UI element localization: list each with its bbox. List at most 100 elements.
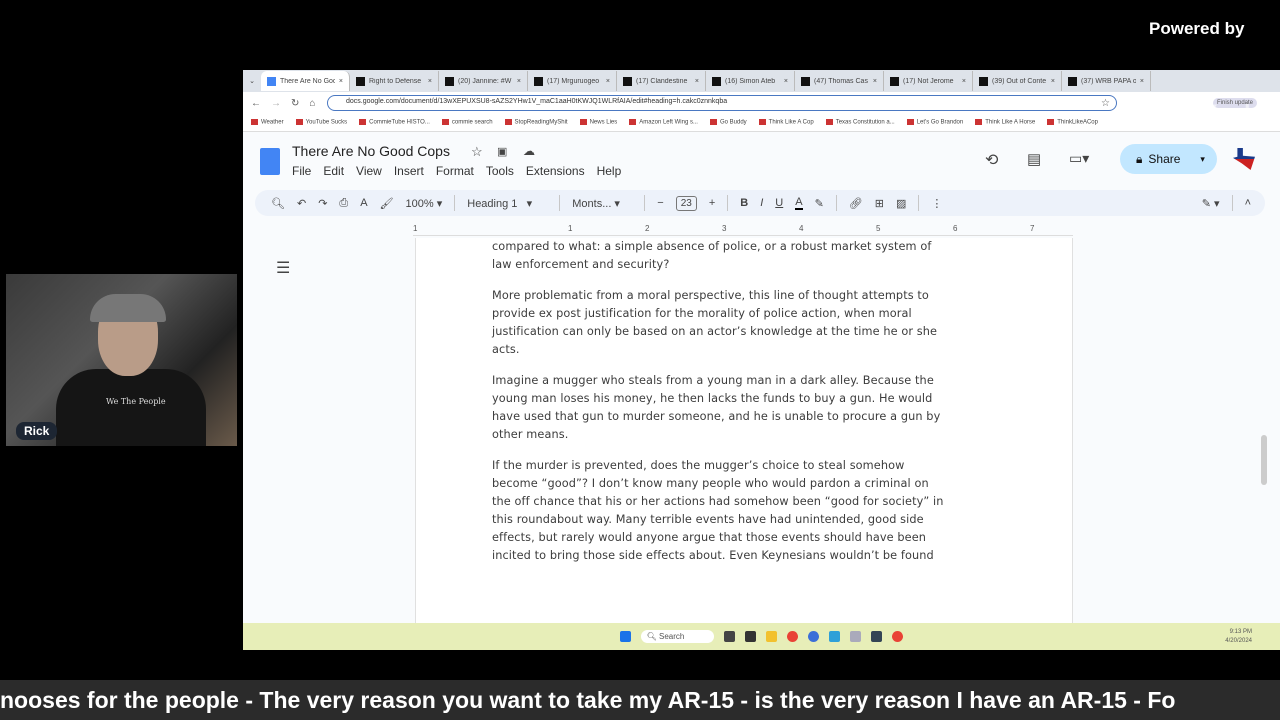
close-tab-icon[interactable]: × [517, 78, 521, 85]
url-input[interactable]: docs.google.com/document/d/13wXEPUXSU8-s… [327, 95, 1117, 111]
browser-tab[interactable]: (17) Not Jerome × [884, 71, 973, 91]
taskbar-app-icon[interactable] [724, 631, 736, 642]
move-folder-icon[interactable]: ▣ [497, 145, 507, 158]
close-tab-icon[interactable]: × [695, 78, 699, 85]
cloud-status-icon[interactable]: ☁ [523, 144, 535, 158]
bookmark-item[interactable]: Weather [251, 119, 284, 126]
star-icon[interactable]: ☆ [471, 144, 483, 160]
taskbar-app-icon[interactable] [808, 631, 820, 642]
version-history-icon[interactable]: ⟲ [985, 150, 998, 170]
browser-tab[interactable]: (17) Clandestine × [617, 71, 706, 91]
taskbar-search[interactable]: 🔍︎ Search [640, 630, 715, 643]
menu-edit[interactable]: Edit [323, 164, 344, 178]
menu-file[interactable]: File [292, 164, 311, 178]
bookmark-item[interactable]: CommieTube HISTO... [359, 119, 430, 126]
font-size-input[interactable]: 23 [675, 195, 697, 211]
document-paragraph[interactable]: Imagine a mugger who steals from a young… [492, 372, 940, 444]
increase-font-icon[interactable]: + [709, 197, 715, 209]
close-tab-icon[interactable]: × [339, 78, 343, 85]
underline-icon[interactable]: U [775, 197, 783, 209]
bookmark-item[interactable]: Think Like A Horse [975, 119, 1035, 126]
meet-icon[interactable]: ▭▾ [1069, 150, 1089, 167]
menu-help[interactable]: Help [597, 164, 622, 178]
bookmark-item[interactable]: StopReadingMyShit [505, 119, 568, 126]
scrollbar[interactable] [1261, 435, 1267, 485]
bookmark-item[interactable]: Texas Constitution a... [826, 119, 895, 126]
browser-tab[interactable]: (47) Thomas Cas × [795, 71, 884, 91]
bookmark-item[interactable]: Go Buddy [710, 119, 747, 126]
close-tab-icon[interactable]: × [873, 78, 877, 85]
document-paragraph[interactable]: If the murder is prevented, does the mug… [492, 457, 944, 565]
bookmark-item[interactable]: YouTube Sucks [296, 119, 348, 126]
close-tab-icon[interactable]: × [784, 78, 788, 85]
forward-icon[interactable]: → [271, 98, 281, 109]
search-menus-icon[interactable]: 🔍︎ [271, 197, 285, 210]
windows-start-icon[interactable] [619, 631, 631, 642]
menu-tools[interactable]: Tools [486, 164, 514, 178]
bookmark-item[interactable]: commie search [442, 119, 493, 126]
highlight-icon[interactable]: ✎ [815, 197, 824, 210]
docs-logo-icon[interactable] [260, 148, 280, 175]
bookmark-item[interactable]: ThinkLikeACop [1047, 119, 1098, 126]
editing-mode-icon[interactable]: ✎ ▾ [1202, 197, 1220, 210]
close-tab-icon[interactable]: × [1051, 78, 1055, 85]
browser-tab[interactable]: Right to Defense × [350, 71, 439, 91]
zoom-select[interactable]: 100% ▾ [406, 197, 443, 210]
tab-search-icon[interactable]: ⌄ [243, 77, 261, 85]
menu-format[interactable]: Format [436, 164, 474, 178]
bookmark-item[interactable]: News Lies [580, 119, 618, 126]
link-icon[interactable]: 🔗︎ [849, 197, 863, 210]
spellcheck-icon[interactable]: A [360, 197, 367, 209]
close-tab-icon[interactable]: × [606, 78, 610, 85]
close-tab-icon[interactable]: × [962, 78, 966, 85]
clock[interactable]: 9:13 PM 4/20/2024 [1225, 628, 1252, 646]
browser-tab[interactable]: (20) Jannine: #W × [439, 71, 528, 91]
menu-view[interactable]: View [356, 164, 382, 178]
home-icon[interactable]: ⌂ [309, 98, 315, 109]
taskbar-app-icon[interactable] [745, 631, 757, 642]
decrease-font-icon[interactable]: − [657, 197, 663, 209]
bookmark-item[interactable]: Amazon Left Wing s... [629, 119, 698, 126]
text-color-icon[interactable]: A [795, 196, 803, 210]
taskbar-app-icon[interactable] [850, 631, 862, 642]
more-options-icon[interactable]: ⋮ [931, 197, 942, 210]
font-select[interactable]: Monts... ▾ [572, 197, 632, 210]
redo-icon[interactable]: ↷ [318, 197, 327, 210]
close-tab-icon[interactable]: × [428, 78, 432, 85]
browser-tab[interactable]: (17) Mrguruogeo × [528, 71, 617, 91]
menu-insert[interactable]: Insert [394, 164, 424, 178]
reload-icon[interactable]: ↻ [291, 98, 299, 109]
browser-tab[interactable]: (16) Simon Ateb × [706, 71, 795, 91]
browser-tab[interactable]: (39) Out of Conte × [973, 71, 1062, 91]
document-title[interactable]: There Are No Good Cops [292, 143, 450, 159]
document-page[interactable]: compared to what: a simple absence of po… [415, 238, 1073, 650]
bookmark-item[interactable]: Think Like A Cop [759, 119, 814, 126]
chrome-icon[interactable] [892, 631, 904, 642]
avatar[interactable] [1233, 148, 1255, 170]
ruler[interactable]: 1 1 2 3 4 5 6 7 [413, 222, 1073, 236]
document-paragraph[interactable]: compared to what: a simple absence of po… [492, 238, 931, 274]
paint-format-icon[interactable]: 🖌︎ [380, 197, 394, 210]
back-icon[interactable]: ← [251, 98, 261, 109]
taskbar-app-icon[interactable] [871, 631, 883, 642]
chrome-icon[interactable] [787, 631, 799, 642]
star-icon[interactable]: ☆ [1101, 98, 1110, 109]
bookmark-item[interactable]: Let's Go Brandon [907, 119, 964, 126]
outline-icon[interactable]: ☰ [276, 258, 290, 278]
insert-image-icon[interactable]: ▨ [896, 197, 906, 210]
comments-icon[interactable]: ▤ [1027, 150, 1041, 168]
browser-tab[interactable]: There Are No Goo × [261, 71, 350, 91]
undo-icon[interactable]: ↶ [297, 197, 306, 210]
collapse-menus-icon[interactable]: ˄ [1245, 197, 1251, 209]
print-icon[interactable]: ⎙ [339, 197, 348, 210]
file-explorer-icon[interactable] [766, 631, 778, 642]
italic-icon[interactable]: I [760, 197, 763, 209]
style-select[interactable]: Heading 1 ▾ [467, 197, 547, 210]
menu-extensions[interactable]: Extensions [526, 164, 585, 178]
add-comment-icon[interactable]: ⊞ [875, 197, 884, 210]
close-tab-icon[interactable]: × [1140, 78, 1144, 85]
edge-icon[interactable] [829, 631, 841, 642]
bold-icon[interactable]: B [740, 197, 748, 209]
share-dropdown-icon[interactable]: ▾ [1200, 154, 1205, 165]
share-button[interactable]: 🔒︎ Share ▾ [1120, 144, 1217, 174]
